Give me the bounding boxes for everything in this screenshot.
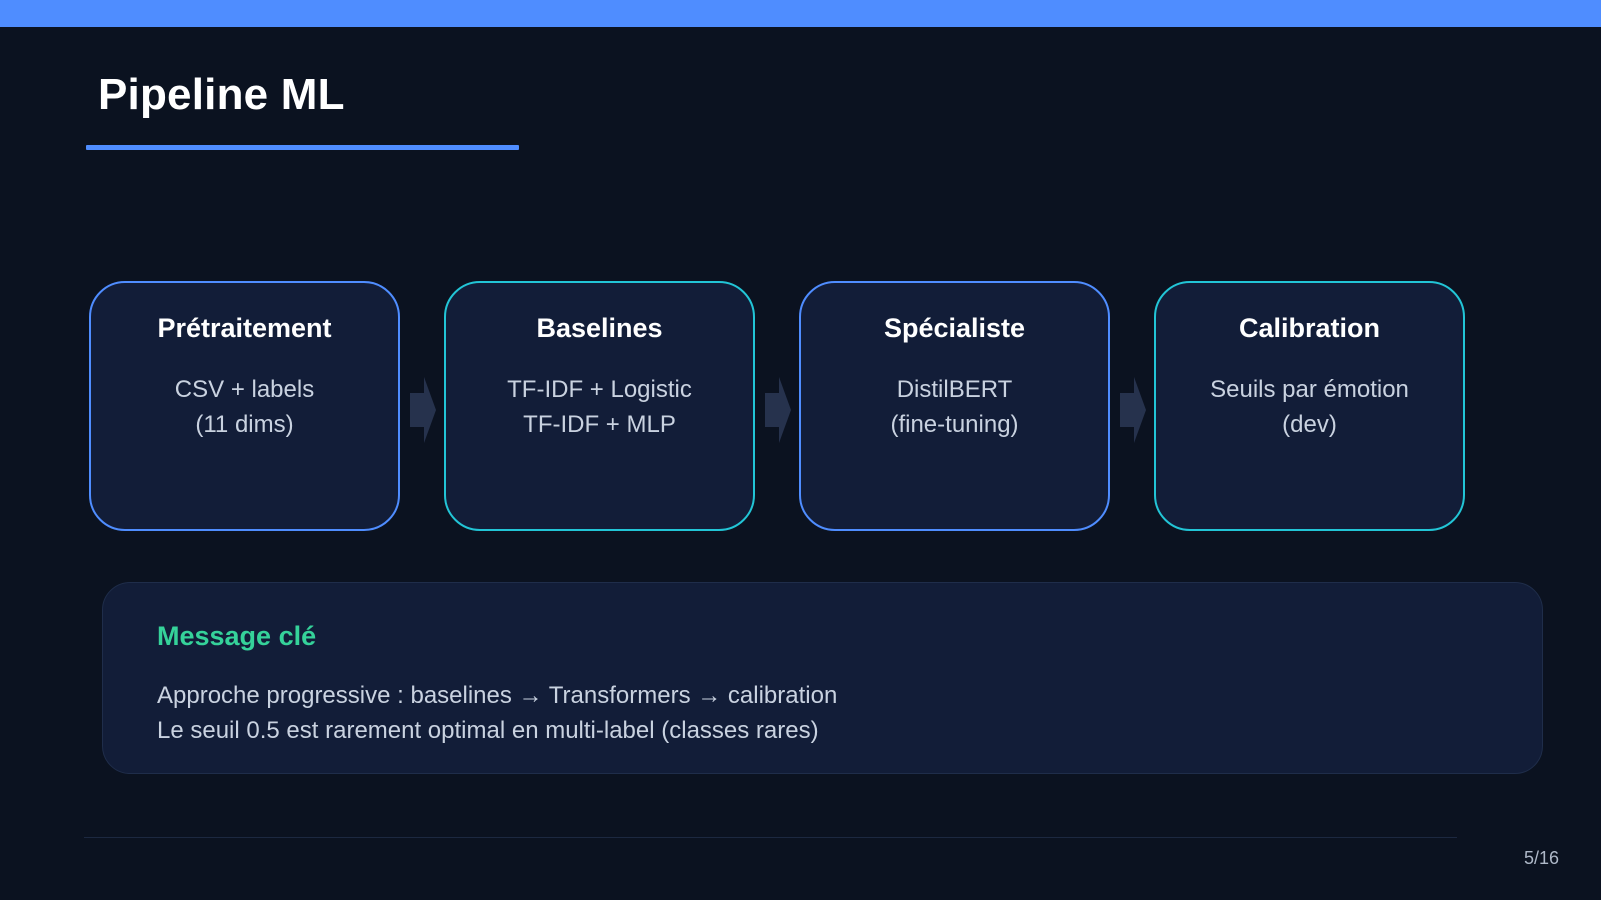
stage-calibration: Calibration Seuils par émotion (dev): [1154, 281, 1465, 531]
stage-description: TF-IDF + Logistic TF-IDF + MLP: [446, 372, 753, 442]
stage-title: Prétraitement: [157, 313, 332, 343]
stage-line: (fine-tuning): [890, 411, 1019, 438]
stage-line: (11 dims): [195, 411, 294, 438]
key-message-text: Approche progressive : baselines → Trans…: [157, 678, 837, 748]
key-message-title: Message clé: [157, 621, 317, 651]
stage-specialiste: Spécialiste DistilBERT (fine-tuning): [799, 281, 1110, 531]
top-accent-bar: [0, 0, 1601, 27]
stage-line: TF-IDF + Logistic: [507, 376, 692, 403]
stage-description: Seuils par émotion (dev): [1156, 372, 1463, 442]
stage-baselines: Baselines TF-IDF + Logistic TF-IDF + MLP: [444, 281, 755, 531]
stage-line: Seuils par émotion: [1210, 376, 1409, 403]
key-message-box: Message clé Approche progressive : basel…: [102, 582, 1543, 774]
pipeline-diagram: Prétraitement CSV + labels (11 dims) Bas…: [89, 281, 1467, 535]
stage-line: (dev): [1282, 411, 1337, 438]
arrow-right-icon: [765, 377, 791, 443]
stage-title: Baselines: [536, 313, 663, 343]
stage-title: Calibration: [1238, 313, 1380, 343]
stage-description: DistilBERT (fine-tuning): [801, 372, 1108, 442]
slide-title: Pipeline ML: [98, 70, 345, 119]
title-underline: [86, 145, 519, 150]
stage-pretraitement: Prétraitement CSV + labels (11 dims): [89, 281, 400, 531]
stage-line: TF-IDF + MLP: [523, 411, 676, 438]
arrow-right-icon: [1120, 377, 1146, 443]
stage-line: DistilBERT: [896, 376, 1013, 403]
stage-title: Spécialiste: [883, 313, 1026, 343]
key-message-line: Le seuil 0.5 est rarement optimal en mul…: [157, 717, 819, 744]
footer-divider: [84, 837, 1457, 838]
key-message-line: Approche progressive : baselines → Trans…: [157, 682, 838, 709]
arrow-right-icon: [410, 377, 436, 443]
page-number: 5/16: [1523, 848, 1559, 868]
stage-line: CSV + labels: [174, 376, 315, 403]
stage-description: CSV + labels (11 dims): [91, 372, 398, 442]
